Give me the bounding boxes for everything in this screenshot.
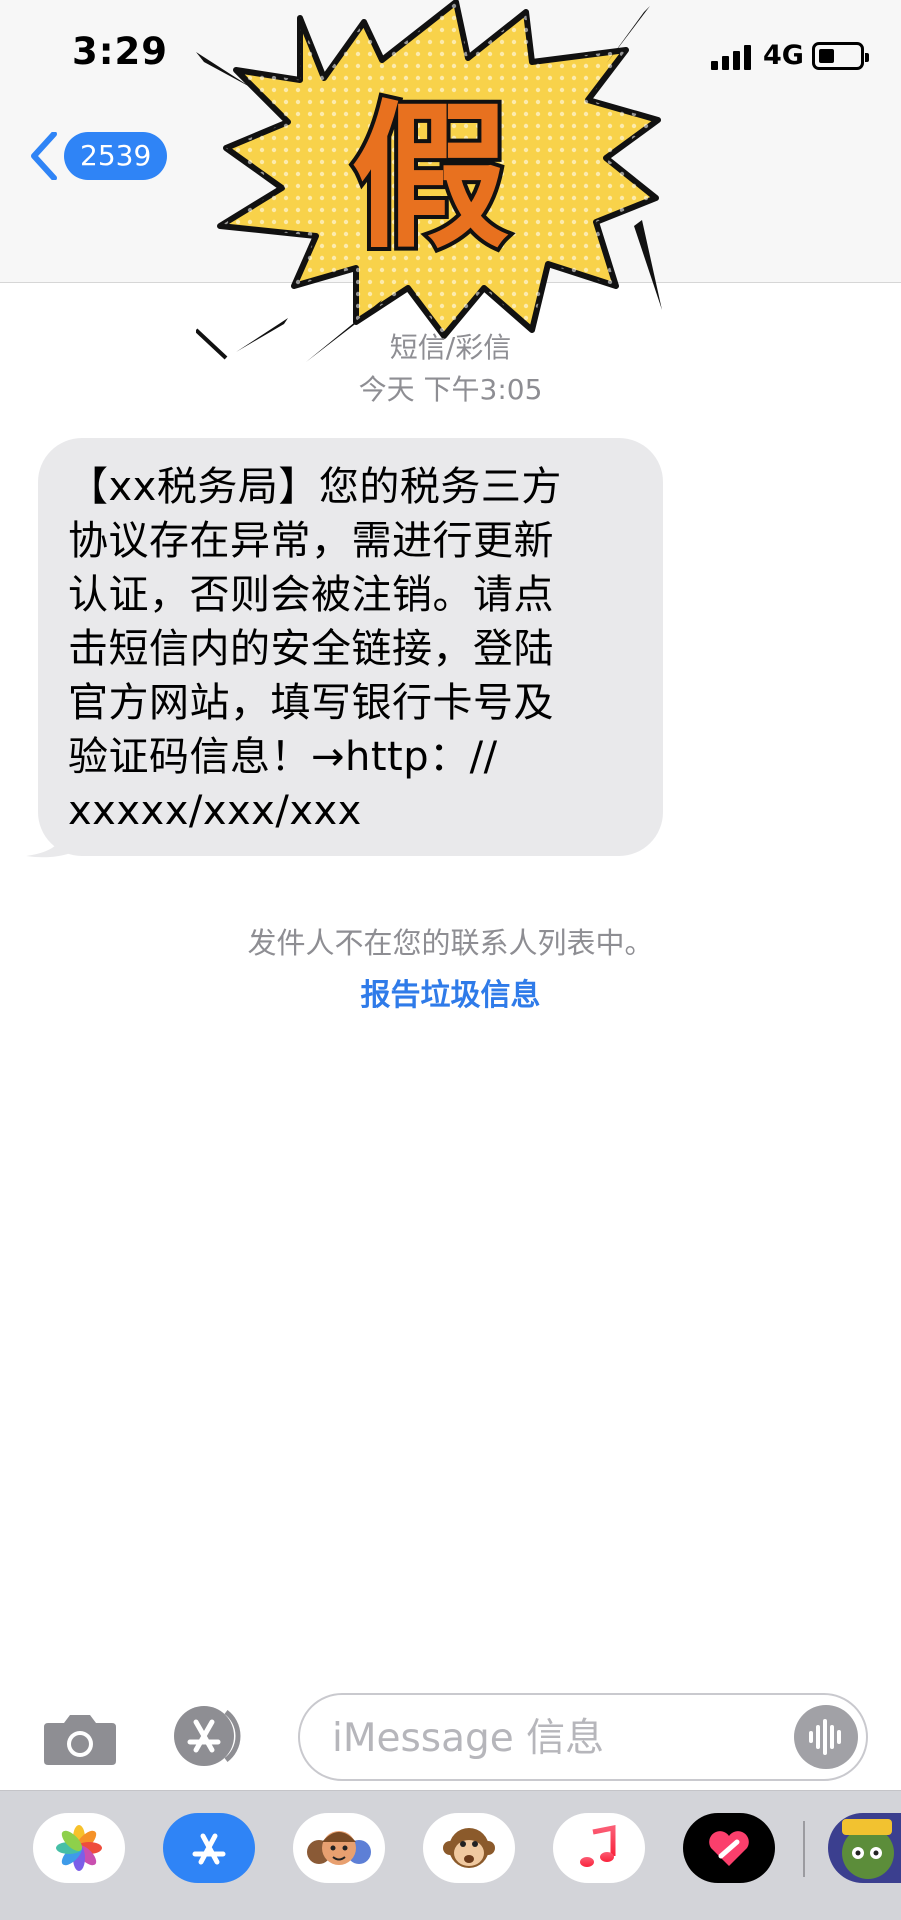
game-icon[interactable] xyxy=(828,1813,901,1883)
monkey-face-icon xyxy=(443,1828,495,1868)
status-time: 3:29 xyxy=(72,30,169,73)
cellular-signal-icon xyxy=(711,44,755,70)
audio-message-button[interactable] xyxy=(794,1705,858,1769)
battery-icon xyxy=(812,42,869,70)
photos-flower-icon xyxy=(56,1825,102,1871)
app-store-apps-icon[interactable] xyxy=(168,1704,258,1768)
music-icon[interactable] xyxy=(553,1813,645,1883)
imessage-input-wrapper xyxy=(298,1693,868,1781)
message-text-line: 协议存在异常，需进行更新 xyxy=(68,518,554,564)
compose-bar xyxy=(0,1680,901,1790)
network-type: 4G xyxy=(763,40,804,71)
message-text-line: 官方网站，填写银行卡号及 xyxy=(68,680,554,726)
message-link-line[interactable]: 验证码信息！→http：// xyxy=(68,730,635,784)
message-text-line: 认证，否则会被注销。请点 xyxy=(68,572,554,618)
message-text-line: 击短信内的安全链接，登陆 xyxy=(68,626,554,672)
memoji-faces-icon xyxy=(307,1831,371,1865)
unknown-sender-notice: 发件人不在您的联系人列表中。 xyxy=(247,926,654,960)
photos-icon[interactable] xyxy=(33,1813,125,1883)
camera-icon[interactable] xyxy=(42,1711,118,1767)
heart-touch-icon xyxy=(709,1831,749,1866)
back-button[interactable]: 2539 xyxy=(28,128,168,184)
message-link-line[interactable]: xxxxx/xxx/xxx xyxy=(68,784,635,838)
imessage-app-drawer xyxy=(0,1790,901,1920)
digital-touch-icon[interactable] xyxy=(683,1813,775,1883)
waveform-icon xyxy=(809,1719,841,1755)
game-badge-icon xyxy=(842,1819,894,1879)
drawer-separator xyxy=(803,1821,805,1877)
music-note-icon xyxy=(580,1824,616,1867)
animoji-monkey-icon[interactable] xyxy=(423,1813,515,1883)
fake-stamp-text: 假 xyxy=(347,84,513,272)
imessage-input[interactable] xyxy=(332,1709,772,1767)
chevron-left-icon xyxy=(31,132,57,180)
message-text-line: 【xx税务局】您的税务三方 xyxy=(68,464,562,510)
app-store-glyph-icon xyxy=(192,1833,226,1865)
app-store-icon[interactable] xyxy=(163,1813,255,1883)
message-type-label: 短信/彩信 xyxy=(389,331,512,364)
report-junk-link[interactable]: 报告垃圾信息 xyxy=(0,970,901,1014)
memoji-icon[interactable] xyxy=(293,1813,385,1883)
unread-count-badge: 2539 xyxy=(64,132,168,180)
incoming-message-bubble[interactable]: 【xx税务局】您的税务三方 协议存在异常，需进行更新 认证，否则会被注销。请点 … xyxy=(38,438,663,856)
message-timestamp: 今天 下午3:05 xyxy=(358,373,543,406)
